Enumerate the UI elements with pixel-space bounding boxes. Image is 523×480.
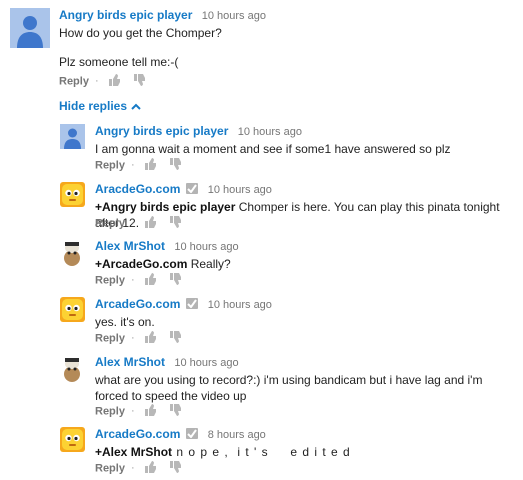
- comment-text-line1: How do you get the Chomper?: [59, 26, 222, 40]
- comment-text-body: Really?: [187, 257, 231, 271]
- character-avatar-icon: [60, 239, 85, 267]
- reply-button[interactable]: Reply: [95, 462, 125, 474]
- avatar-alex[interactable]: [60, 239, 85, 270]
- thumbs-up-icon[interactable]: [144, 461, 156, 476]
- thumbs-up-icon[interactable]: [144, 404, 156, 419]
- avatar-arcadego[interactable]: [60, 427, 85, 455]
- reply-button[interactable]: Reply: [95, 159, 125, 171]
- comment-time[interactable]: 10 hours ago: [208, 184, 272, 196]
- comment-actions: Reply ·: [95, 404, 191, 419]
- reply-button[interactable]: Reply: [95, 217, 125, 229]
- mention-link[interactable]: +Alex MrShot: [95, 445, 172, 459]
- separator-dot: ·: [130, 405, 135, 418]
- comment-text: I am gonna wait a moment and see if some…: [95, 142, 451, 156]
- orange-mascot-icon: [60, 427, 85, 452]
- reply-0: Angry birds epic player 10 hours ago I a…: [60, 124, 520, 174]
- separator-dot: ·: [130, 159, 135, 172]
- comment-text-line2: Plz someone tell me:-(: [59, 55, 179, 69]
- thumbs-down-icon[interactable]: [169, 273, 181, 288]
- reply-1: AracdeGo.com 10 hours ago +Angry birds e…: [60, 182, 520, 232]
- comment-author[interactable]: Angry birds epic player: [95, 124, 228, 138]
- reply-3: ArcadeGo.com 10 hours ago yes. it's on. …: [60, 297, 520, 347]
- comment-time[interactable]: 8 hours ago: [208, 429, 266, 441]
- avatar-arcadego[interactable]: [60, 182, 85, 210]
- comment-actions: Reply ·: [95, 331, 191, 346]
- comment-author[interactable]: ArcadeGo.com: [95, 297, 180, 311]
- character-avatar-icon: [60, 355, 85, 383]
- mention-link[interactable]: +ArcadeGo.com: [95, 257, 187, 271]
- comment-time[interactable]: 10 hours ago: [208, 299, 272, 311]
- thumbs-down-icon[interactable]: [169, 461, 181, 476]
- orange-mascot-icon: [60, 297, 85, 322]
- thumbs-down-icon[interactable]: [169, 331, 181, 346]
- reply-4: Alex MrShot 10 hours ago what are you us…: [60, 355, 520, 421]
- mention-link[interactable]: +Angry birds epic player: [95, 200, 235, 214]
- verified-check-icon: [186, 183, 199, 194]
- thumbs-up-icon[interactable]: [144, 331, 156, 346]
- reply-5: ArcadeGo.com 8 hours ago +Alex MrShot n …: [60, 427, 520, 477]
- avatar-default[interactable]: [60, 124, 85, 152]
- reply-button[interactable]: Reply: [95, 332, 125, 344]
- comment-time[interactable]: 10 hours ago: [238, 126, 302, 138]
- comment-text: yes. it's on.: [95, 315, 155, 329]
- user-silhouette-icon: [60, 124, 85, 149]
- comment-author[interactable]: Alex MrShot: [95, 355, 165, 369]
- comment-author[interactable]: ArcadeGo.com: [95, 427, 180, 441]
- comment-text: what are you using to record?:) i'm usin…: [95, 373, 483, 403]
- reply-button[interactable]: Reply: [95, 274, 125, 286]
- comment-actions: Reply ·: [95, 461, 191, 476]
- comment-text-body: n o p e , i t ' s e d i t e d: [172, 445, 351, 459]
- separator-dot: ·: [130, 332, 135, 345]
- comment-author[interactable]: Angry birds epic player: [59, 8, 192, 22]
- avatar-alex[interactable]: [60, 355, 85, 386]
- separator-dot: ·: [94, 75, 99, 88]
- verified-check-icon: [186, 298, 199, 309]
- comment-time[interactable]: 10 hours ago: [202, 10, 266, 22]
- avatar-default[interactable]: [10, 8, 50, 48]
- comment-time[interactable]: 10 hours ago: [174, 241, 238, 253]
- thumbs-up-icon[interactable]: [144, 158, 156, 173]
- thumbs-up-icon[interactable]: [144, 273, 156, 288]
- comment-actions: Reply ·: [95, 273, 191, 288]
- reply-2: Alex MrShot 10 hours ago +ArcadeGo.com R…: [60, 239, 520, 289]
- thumbs-down-icon[interactable]: [169, 158, 181, 173]
- comment-top: Angry birds epic player 10 hours ago How…: [10, 8, 510, 88]
- verified-check-icon: [186, 428, 199, 439]
- separator-dot: ·: [130, 462, 135, 475]
- hide-replies-button[interactable]: Hide replies: [59, 99, 141, 113]
- thumbs-up-icon[interactable]: [144, 216, 156, 231]
- comment-actions: Reply ·: [59, 74, 155, 89]
- comment-actions: Reply ·: [95, 158, 191, 173]
- reply-button[interactable]: Reply: [95, 405, 125, 417]
- user-silhouette-icon: [10, 8, 50, 48]
- reply-button[interactable]: Reply: [59, 75, 89, 87]
- comment-author[interactable]: AracdeGo.com: [95, 182, 180, 196]
- comment-time[interactable]: 10 hours ago: [174, 357, 238, 369]
- orange-mascot-icon: [60, 182, 85, 207]
- thumbs-down-icon[interactable]: [133, 74, 145, 89]
- comment-text: +Alex MrShot n o p e , i t ' s e d i t e…: [95, 444, 351, 460]
- separator-dot: ·: [130, 217, 135, 230]
- comment-author[interactable]: Alex MrShot: [95, 239, 165, 253]
- avatar-arcadego[interactable]: [60, 297, 85, 325]
- separator-dot: ·: [130, 274, 135, 287]
- thumbs-down-icon[interactable]: [169, 404, 181, 419]
- hide-replies-label: Hide replies: [59, 99, 128, 113]
- thumbs-down-icon[interactable]: [169, 216, 181, 231]
- comment-text: +ArcadeGo.com Really?: [95, 256, 239, 272]
- thumbs-up-icon[interactable]: [108, 74, 120, 89]
- comment-actions: Reply ·: [95, 216, 191, 231]
- chevron-up-icon: [131, 103, 141, 111]
